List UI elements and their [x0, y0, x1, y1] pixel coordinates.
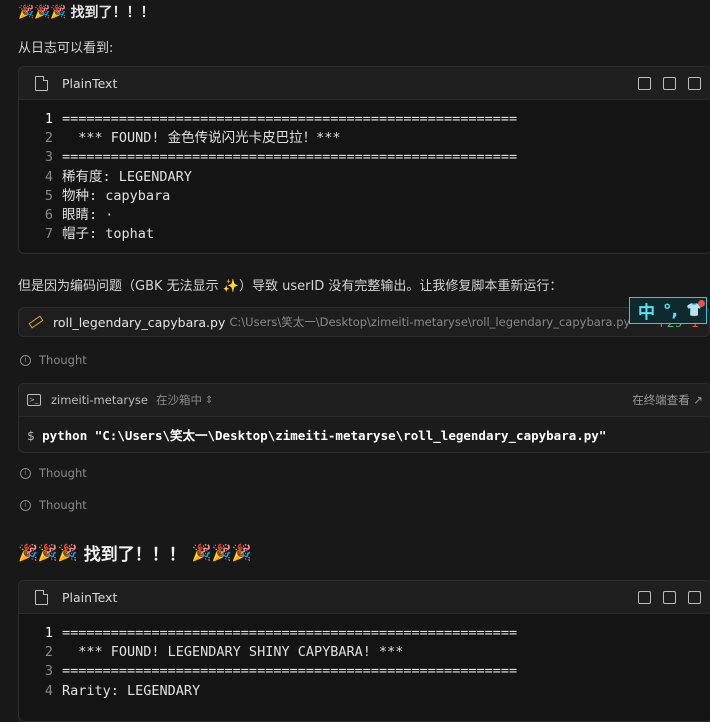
party-emoji-icon: 🎉🎉🎉: [18, 4, 67, 20]
paragraph-encoding: 但是因为编码问题（GBK 无法显示 ✨）导致 userID 没有完整输出。让我修…: [18, 279, 563, 294]
terminal-status[interactable]: 在沙箱中: [156, 392, 202, 408]
terminal-command: $ python "C:\Users\笑太一\Desktop\zimeiti-m…: [19, 417, 710, 452]
line-number: 2: [44, 644, 53, 661]
party-emoji-icon: 🎉🎉🎉: [191, 543, 252, 562]
code-line: 2 *** FOUND! LEGENDARY SHINY CAPYBARA! *…: [19, 643, 710, 662]
ime-mode-char: 中: [638, 303, 655, 323]
party-emoji-icon: 🎉🎉🎉: [18, 543, 78, 562]
thought-toggle-2[interactable]: i Thought: [20, 466, 87, 480]
code-line: 1 =======================================…: [19, 110, 710, 129]
line-number: 4: [44, 682, 53, 699]
line-number: 3: [44, 149, 53, 166]
apply-icon[interactable]: [688, 76, 701, 90]
file-edit-bar[interactable]: roll_legendary_capybara.py C:\Users\笑太一\…: [18, 307, 710, 337]
code-line: 5 物种: capybara: [19, 187, 710, 206]
line-number: 7: [44, 226, 53, 243]
ime-indicator[interactable]: 中 °, 👕: [629, 297, 707, 324]
thought-toggle-1[interactable]: i Thought: [20, 353, 87, 367]
code-text: Rarity: LEGENDARY: [62, 682, 201, 699]
heading-text: 找到了！！！: [83, 545, 186, 565]
notification-dot-icon: [698, 300, 705, 307]
line-number: 1: [44, 625, 53, 641]
code-block-header: PlainText: [19, 67, 710, 100]
heading-text: 找到了！！！: [70, 5, 155, 21]
code-language-label: PlainText: [62, 75, 118, 91]
heading-found: 🎉🎉🎉 找到了！！！: [18, 2, 155, 22]
insert-icon[interactable]: [663, 76, 676, 90]
terminal-block: >_ zimeiti-metaryse 在沙箱中 ⇕ 在终端查看 ↗ $ pyt…: [18, 383, 710, 453]
code-text: *** FOUND! LEGENDARY SHINY CAPYBARA! ***: [62, 644, 404, 661]
terminal-icon: >_: [27, 394, 41, 406]
thought-toggle-3[interactable]: i Thought: [20, 498, 87, 512]
code-content: 1 =======================================…: [19, 100, 710, 252]
code-text: 物种: capybara: [62, 187, 171, 204]
insert-icon[interactable]: [663, 590, 676, 604]
code-text: ========================================…: [62, 625, 518, 641]
code-text: 帽子: tophat: [62, 226, 155, 243]
code-block-header: PlainText: [19, 581, 710, 614]
code-language-label: PlainText: [62, 589, 118, 605]
code-text: 稀有度: LEGENDARY: [62, 168, 192, 185]
code-line: 6 眼睛: ·: [19, 206, 710, 225]
code-line: 3 =======================================…: [19, 148, 710, 167]
code-block-2: PlainText 1 =============================…: [18, 580, 710, 722]
file-icon: [35, 589, 48, 605]
line-number: 5: [44, 187, 53, 204]
pencil-icon: [28, 315, 44, 329]
ime-punct-icon: °,: [663, 300, 678, 321]
command-text: python "C:\Users\笑太一\Desktop\zimeiti-met…: [42, 428, 607, 443]
code-line: 4 Rarity: LEGENDARY: [19, 682, 710, 701]
code-text: 眼睛: ·: [62, 206, 114, 223]
info-icon: i: [20, 354, 31, 366]
code-text: *** FOUND! 金色传说闪光卡皮巴拉！***: [62, 130, 341, 147]
info-icon: i: [20, 499, 31, 511]
heading-found-large: 🎉🎉🎉 找到了！！！ 🎉🎉🎉: [18, 540, 252, 565]
line-number: 6: [44, 206, 53, 223]
view-in-terminal-link[interactable]: 在终端查看 ↗: [632, 392, 703, 408]
file-path: C:\Users\笑太一\Desktop\zimeiti-metaryse\ro…: [229, 315, 631, 329]
code-line: 1 =======================================…: [19, 624, 710, 643]
paragraph-log: 从日志可以看到:: [18, 41, 114, 56]
prompt-symbol: $: [27, 428, 35, 443]
line-number: 2: [44, 130, 53, 147]
code-line: 7 帽子: tophat: [19, 225, 710, 244]
file-name[interactable]: roll_legendary_capybara.py: [53, 315, 225, 330]
apply-icon[interactable]: [688, 590, 701, 604]
info-icon: i: [20, 467, 31, 479]
code-block-1: PlainText 1 =============================…: [18, 66, 710, 254]
line-number: 1: [44, 111, 53, 127]
code-text: ========================================…: [62, 111, 518, 127]
terminal-header: >_ zimeiti-metaryse 在沙箱中 ⇕ 在终端查看 ↗: [19, 384, 710, 417]
chevron-updown-icon[interactable]: ⇕: [205, 395, 213, 406]
code-line: 2 *** FOUND! 金色传说闪光卡皮巴拉！***: [19, 129, 710, 148]
code-line: 4 稀有度: LEGENDARY: [19, 168, 710, 187]
copy-icon[interactable]: [638, 590, 651, 604]
thought-label: Thought: [39, 466, 87, 480]
code-content: 1 =======================================…: [19, 614, 710, 709]
line-number: 3: [44, 663, 53, 680]
code-text: ========================================…: [62, 663, 518, 680]
copy-icon[interactable]: [638, 76, 651, 90]
thought-label: Thought: [39, 498, 87, 512]
code-line: 3 =======================================…: [19, 662, 710, 681]
thought-label: Thought: [39, 353, 87, 367]
terminal-name: zimeiti-metaryse: [51, 393, 148, 407]
file-icon: [35, 75, 48, 91]
line-number: 4: [44, 168, 53, 185]
code-text: ========================================…: [62, 149, 518, 166]
